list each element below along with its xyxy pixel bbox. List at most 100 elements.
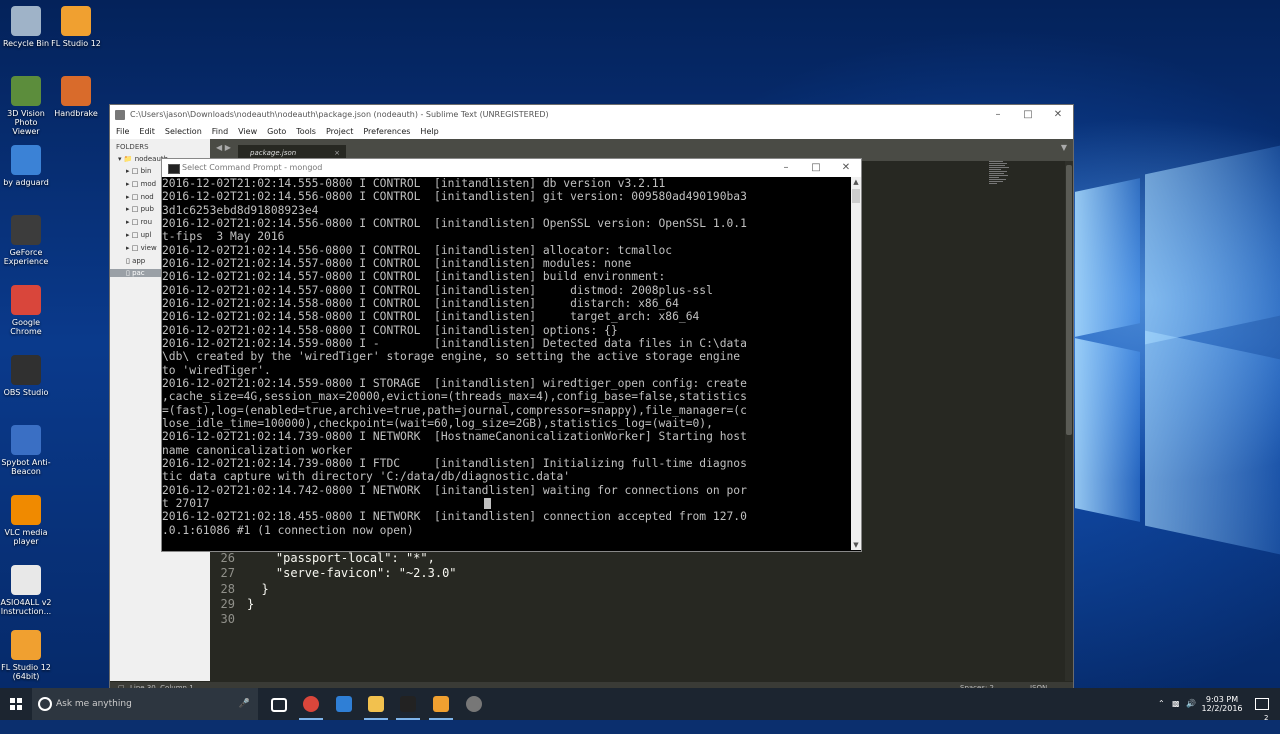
taskbar-obs[interactable] [458, 688, 490, 720]
desktop-icon-11[interactable]: FL Studio 12 (64bit) [0, 630, 52, 681]
chrome-icon [303, 696, 319, 712]
app-icon [11, 630, 41, 660]
sublime-titlebar[interactable]: C:\Users\jason\Downloads\nodeauth\nodeau… [110, 105, 1073, 125]
notification-center-icon[interactable]: 2 [1250, 688, 1274, 722]
cmd-scroll-thumb[interactable] [852, 189, 860, 203]
console-line: 2016-12-02T21:02:14.558-0800 I CONTROL [… [162, 296, 679, 310]
sidebar-item-1[interactable]: ▸ □ mod [126, 180, 156, 188]
wallpaper-beam [1145, 330, 1280, 555]
wallpaper-beam [1075, 178, 1140, 337]
console-line: =(fast),log=(enabled=true,archive=true,p… [162, 403, 747, 417]
sidebar-item-3[interactable]: ▸ □ pub [126, 205, 154, 213]
folder-icon: ▸ □ [126, 218, 141, 227]
file-explorer-icon [368, 696, 384, 712]
app-icon [11, 215, 41, 245]
taskbar-file-explorer[interactable] [360, 688, 392, 720]
desktop-icon-label: OBS Studio [3, 388, 49, 397]
line-number: 30 [220, 612, 235, 627]
app-icon [61, 76, 91, 106]
menu-file[interactable]: File [116, 127, 129, 136]
desktop-icon-label: FL Studio 12 [51, 39, 101, 48]
menu-selection[interactable]: Selection [165, 127, 202, 136]
tab-overflow-icon[interactable]: ▼ [1061, 143, 1067, 152]
cortana-icon [38, 697, 52, 711]
desktop-icon-7[interactable]: OBS Studio [0, 355, 52, 397]
desktop-icon-2[interactable]: 3D Vision Photo Viewer [0, 76, 52, 136]
sublime-app-icon [115, 110, 125, 120]
taskbar-edge[interactable] [328, 688, 360, 720]
console-line: 2016-12-02T21:02:14.557-0800 I CONTROL [… [162, 256, 632, 270]
tab-nav-icon[interactable]: ◀ ▶ [216, 143, 231, 152]
menu-project[interactable]: Project [326, 127, 353, 136]
sidebar-item-label: rou [140, 218, 153, 227]
scroll-down-icon[interactable]: ▼ [851, 540, 861, 550]
taskbar-search[interactable]: Ask me anything 🎤 [32, 688, 258, 720]
editor-scroll-thumb[interactable] [1066, 165, 1072, 435]
code-line: 30 [210, 612, 247, 626]
line-number: 28 [220, 581, 235, 596]
start-button[interactable] [0, 688, 32, 720]
console-cursor [484, 497, 491, 509]
desktop-icon-10[interactable]: ASIO4ALL v2 Instruction... [0, 565, 52, 616]
sidebar-item-label: upl [140, 231, 152, 239]
sidebar-item-label: pub [140, 205, 154, 214]
editor-scrollbar[interactable] [1065, 161, 1073, 681]
console-output[interactable]: 2016-12-02T21:02:14.555-0800 I CONTROL [… [162, 177, 850, 550]
desktop-icon-label: Handbrake [54, 109, 98, 118]
microphone-icon[interactable]: 🎤 [239, 688, 250, 720]
desktop-icon-8[interactable]: Spybot Anti-Beacon [0, 425, 52, 476]
menu-view[interactable]: View [238, 127, 257, 136]
close-icon[interactable]: ✕ [1043, 105, 1073, 125]
sidebar-item-label: mod [140, 179, 157, 188]
menu-find[interactable]: Find [212, 127, 228, 136]
command-prompt-window[interactable]: Select Command Prompt - mongod – □ ✕ 201… [161, 158, 862, 552]
cmd-maximize-icon[interactable]: □ [801, 159, 831, 177]
console-line: 2016-12-02T21:02:14.739-0800 I FTDC [ini… [162, 456, 747, 470]
desktop-icon-4[interactable]: by adguard [0, 145, 52, 187]
taskbar-chrome[interactable] [295, 688, 327, 720]
minimize-icon[interactable]: – [983, 105, 1013, 125]
sidebar-item-7[interactable]: ▯ app [126, 257, 145, 265]
menu-preferences[interactable]: Preferences [363, 127, 410, 136]
sidebar-header: FOLDERS [116, 143, 149, 151]
scroll-up-icon[interactable]: ▲ [851, 177, 861, 187]
tray-overflow-icon[interactable]: ⌃ [1158, 688, 1165, 720]
cmd-scrollbar[interactable]: ▲ ▼ [851, 177, 861, 550]
sidebar-item-4[interactable]: ▸ □ rou [126, 218, 152, 226]
network-icon[interactable]: ▩ [1172, 688, 1180, 720]
cmd-close-icon[interactable]: ✕ [831, 159, 861, 177]
clock-date: 12/2/2016 [1201, 704, 1243, 713]
menu-tools[interactable]: Tools [296, 127, 316, 136]
folder-icon: ▸ □ [126, 167, 141, 175]
desktop-icon-9[interactable]: VLC media player [0, 495, 52, 546]
console-line: 2016-12-02T21:02:14.556-0800 I CONTROL [… [162, 190, 747, 204]
console-line: 2016-12-02T21:02:18.455-0800 I NETWORK [… [162, 510, 747, 524]
desktop-icon-5[interactable]: GeForce Experience [0, 215, 52, 266]
sidebar-item-5[interactable]: ▸ □ upl [126, 231, 151, 239]
minimap[interactable] [989, 161, 1013, 201]
sidebar-item-2[interactable]: ▸ □ nod [126, 193, 154, 201]
taskbar-task-view[interactable] [262, 688, 294, 720]
desktop-icon-3[interactable]: Handbrake [50, 76, 102, 118]
sidebar-item-6[interactable]: ▸ □ view [126, 244, 157, 252]
clock[interactable]: 9:03 PM 12/2/2016 [1200, 688, 1244, 720]
menu-edit[interactable]: Edit [139, 127, 155, 136]
taskbar-sublime-text[interactable] [425, 688, 457, 720]
console-line: t 27017 [162, 496, 210, 510]
desktop-icon-1[interactable]: FL Studio 12 [50, 6, 102, 48]
code-line: 26 "passport-local": "*", [210, 551, 435, 565]
maximize-icon[interactable]: □ [1013, 105, 1043, 125]
taskbar-command-prompt[interactable] [392, 688, 424, 720]
menu-goto[interactable]: Goto [267, 127, 286, 136]
menu-help[interactable]: Help [420, 127, 438, 136]
desktop-icon-6[interactable]: Google Chrome [0, 285, 52, 336]
desktop-icon-label: by adguard [3, 178, 49, 187]
desktop-icon-0[interactable]: Recycle Bin [0, 6, 52, 48]
sublime-window-title: C:\Users\jason\Downloads\nodeauth\nodeau… [130, 110, 549, 119]
cmd-titlebar[interactable]: Select Command Prompt - mongod – □ ✕ [162, 159, 861, 177]
volume-icon[interactable]: 🔊 [1186, 688, 1196, 720]
folder-icon: ▸ □ [126, 192, 141, 201]
cmd-minimize-icon[interactable]: – [771, 159, 801, 177]
sidebar-item-0[interactable]: ▸ □ bin [126, 167, 151, 175]
console-line: 2016-12-02T21:02:14.557-0800 I CONTROL [… [162, 283, 713, 297]
